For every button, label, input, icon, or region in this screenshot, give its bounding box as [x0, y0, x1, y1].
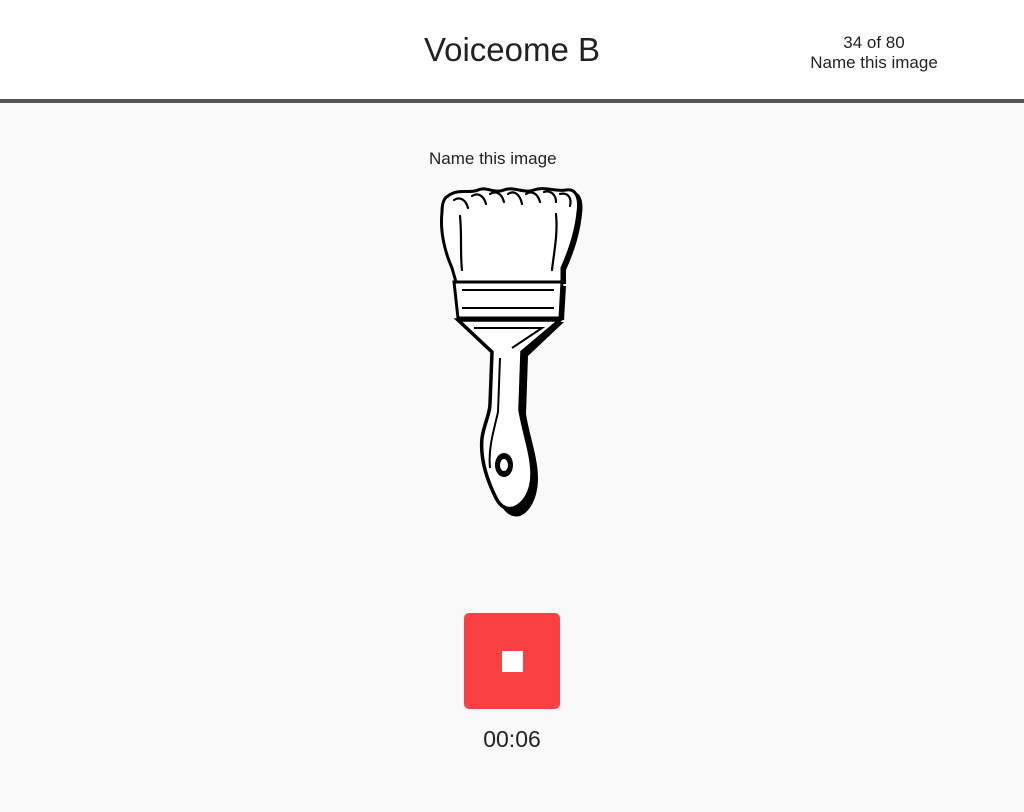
app-header: Voiceome B 34 of 80 Name this image — [0, 0, 1024, 103]
stop-recording-button[interactable] — [464, 613, 560, 709]
task-name: Name this image — [810, 53, 938, 72]
paintbrush-icon — [440, 187, 583, 517]
recording-timer: 00:06 — [483, 726, 541, 752]
task-prompt: Name this image — [429, 149, 557, 168]
progress-count: 34 of 80 — [843, 33, 905, 52]
progress-indicator: 34 of 80 Name this image — [790, 33, 958, 73]
stop-icon — [502, 651, 523, 672]
